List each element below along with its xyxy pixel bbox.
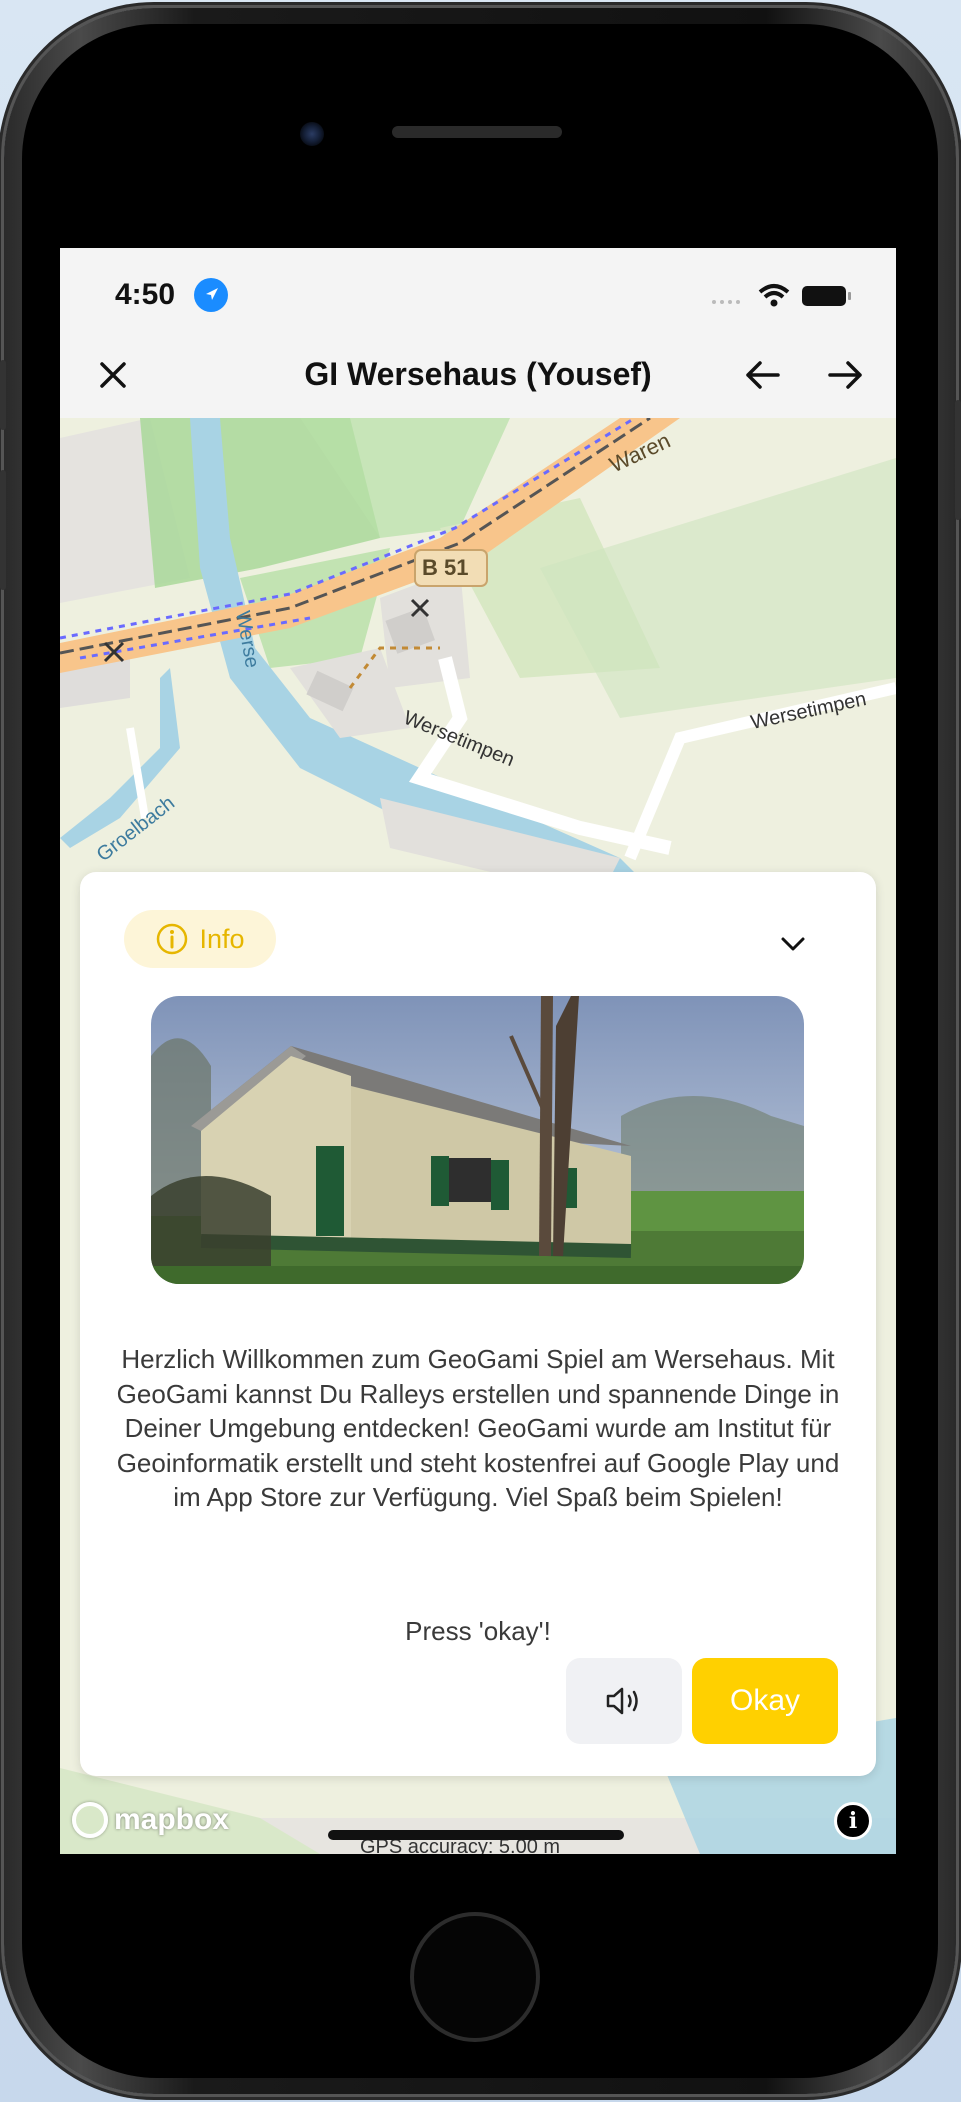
location-arrow-icon	[194, 278, 228, 312]
power-button	[955, 400, 961, 520]
previous-button[interactable]	[740, 352, 786, 398]
chevron-down-icon	[781, 937, 805, 951]
info-card: Info Herzlich Willkommen zum GeoGami Spi…	[80, 872, 876, 1776]
arrow-left-icon	[746, 361, 780, 389]
home-button[interactable]	[410, 1912, 540, 2042]
mapbox-icon	[72, 1802, 108, 1838]
status-bar: 4:50	[60, 248, 896, 332]
status-icons	[710, 280, 860, 310]
cellular-signal-icon	[712, 300, 740, 304]
volume-down-button	[0, 470, 6, 590]
okay-button[interactable]: Okay	[692, 1658, 838, 1744]
home-indicator	[328, 1830, 624, 1840]
read-aloud-button[interactable]	[566, 1658, 682, 1744]
battery-icon	[802, 286, 851, 306]
volume-up-button	[0, 360, 6, 430]
mapbox-logo[interactable]: mapbox	[72, 1798, 229, 1842]
status-time: 4:50	[115, 278, 176, 311]
front-camera	[300, 122, 324, 146]
info-circle-icon	[157, 923, 188, 955]
location-photo	[151, 996, 804, 1284]
prompt-text: Press 'okay'!	[405, 1616, 551, 1646]
wifi-icon	[758, 284, 790, 307]
arrow-right-icon	[828, 361, 862, 389]
mapbox-logo-text: mapbox	[114, 1803, 230, 1836]
navigation-bar: GI Wersehaus (Yousef)	[60, 332, 896, 418]
speaker-icon	[606, 1687, 638, 1715]
info-badge: Info	[124, 910, 276, 968]
road-shield-label: B 51	[422, 555, 469, 580]
attribution-info-button[interactable]: i	[834, 1802, 872, 1840]
earpiece-speaker	[392, 126, 562, 138]
description-text: Herzlich Willkommen zum GeoGami Spiel am…	[116, 1344, 840, 1512]
next-button[interactable]	[822, 352, 868, 398]
house-photo-image	[151, 996, 804, 1284]
collapse-button[interactable]	[780, 936, 806, 957]
app-screen: B 51 Waren Werse Wersetimpen Wersetimpen…	[60, 248, 896, 1854]
info-badge-label: Info	[199, 923, 245, 954]
